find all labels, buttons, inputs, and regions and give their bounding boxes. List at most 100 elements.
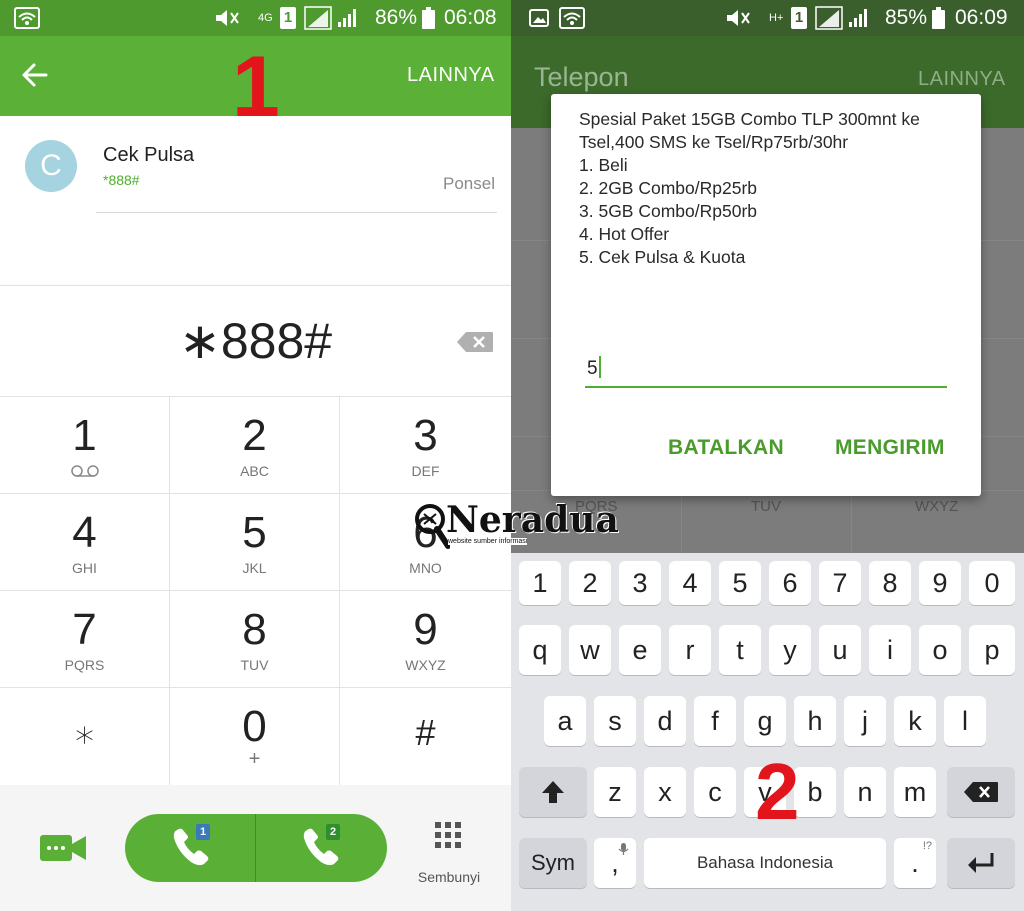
kb-key-k[interactable]: k — [894, 696, 936, 746]
key-5[interactable]: 5 JKL — [170, 494, 340, 591]
key-letters: ABC — [240, 463, 269, 479]
key-hash[interactable]: # — [340, 688, 511, 785]
status-bar: H+ 1 85% 06:09 — [511, 0, 1024, 36]
kb-key-n[interactable]: n — [844, 767, 886, 817]
kb-key-r[interactable]: r — [669, 625, 711, 675]
status-bar: 4G 1 86% 06:08 — [0, 0, 511, 36]
send-button[interactable]: MENGIRIM — [835, 436, 945, 460]
battery-icon — [932, 0, 945, 36]
back-arrow-icon[interactable] — [18, 58, 52, 92]
dialed-number: ∗888# — [178, 313, 333, 369]
kb-comma-key[interactable]: , — [594, 838, 636, 888]
clock: 06:08 — [444, 6, 497, 29]
kb-backspace-key[interactable] — [947, 767, 1015, 817]
kb-key-1[interactable]: 1 — [519, 561, 561, 605]
kb-key-h[interactable]: h — [794, 696, 836, 746]
kb-key-7[interactable]: 7 — [819, 561, 861, 605]
message-line: 1. Beli — [579, 155, 628, 175]
kb-key-l[interactable]: l — [944, 696, 986, 746]
kb-enter-key[interactable] — [947, 838, 1015, 888]
backspace-icon[interactable] — [456, 331, 494, 353]
signal-sim1-icon — [304, 0, 332, 36]
kb-key-d[interactable]: d — [644, 696, 686, 746]
signal-sim2-icon — [847, 0, 869, 36]
key-1[interactable]: 1 — [0, 397, 170, 494]
kb-key-w[interactable]: w — [569, 625, 611, 675]
kb-key-e[interactable]: e — [619, 625, 661, 675]
kb-key-3[interactable]: 3 — [619, 561, 661, 605]
key-digit: 4 — [72, 508, 97, 557]
cancel-button[interactable]: BATALKAN — [668, 436, 784, 460]
kb-key-t[interactable]: t — [719, 625, 761, 675]
kb-key-g[interactable]: g — [744, 696, 786, 746]
dimmed-key-label: WXYZ — [915, 498, 959, 515]
text-cursor — [598, 356, 601, 378]
more-menu-button[interactable]: LAINNYA — [918, 68, 1006, 91]
key-3[interactable]: 3 DEF — [340, 397, 511, 494]
hide-keypad-label[interactable]: Sembunyi — [406, 869, 492, 885]
kb-key-0[interactable]: 0 — [969, 561, 1015, 605]
divider — [681, 490, 682, 553]
sim-indicator-icon: 1 — [791, 0, 807, 36]
kb-key-y[interactable]: y — [769, 625, 811, 675]
call-buttons: 1 2 — [125, 814, 387, 882]
kb-key-j[interactable]: j — [844, 696, 886, 746]
key-9[interactable]: 9 WXYZ — [340, 591, 511, 688]
right-phone-screen: H+ 1 85% 06:09 Telepon LAINNYA PQRS TUV … — [511, 0, 1024, 911]
key-4[interactable]: 4 GHI — [0, 494, 170, 591]
kb-key-a[interactable]: a — [544, 696, 586, 746]
kb-key-i[interactable]: i — [869, 625, 911, 675]
dial-keypad: 1 2 ABC 3 DEF 4 GHI 5 JKL 6 MNO 7 PQRS 8 TUV 9W… — [0, 397, 511, 785]
kb-key-4[interactable]: 4 — [669, 561, 711, 605]
kb-period-key[interactable]: !? . — [894, 838, 936, 888]
kb-key-8[interactable]: 8 — [869, 561, 911, 605]
keypad-grid-icon[interactable] — [434, 821, 462, 849]
kb-key-b[interactable]: b — [794, 767, 836, 817]
kb-key-6[interactable]: 6 — [769, 561, 811, 605]
kb-key-x[interactable]: x — [644, 767, 686, 817]
key-digit: 3 — [413, 411, 438, 460]
kb-shift-key[interactable] — [519, 767, 587, 817]
wifi-icon — [14, 0, 40, 36]
ussd-reply-input[interactable]: 5 — [585, 348, 947, 388]
key-digit: 2 — [242, 411, 267, 460]
kb-key-f[interactable]: f — [694, 696, 736, 746]
message-line: Tsel,400 SMS ke Tsel/Rp75rb/30hr — [579, 132, 849, 152]
key-letters: JKL — [242, 560, 267, 576]
key-digit: 9 — [413, 605, 438, 654]
key-2[interactable]: 2 ABC — [170, 397, 340, 494]
key-letters: GHI — [72, 560, 97, 576]
clock: 06:09 — [955, 6, 1008, 29]
kb-key-p[interactable]: p — [969, 625, 1015, 675]
battery-icon — [422, 0, 435, 36]
key-star[interactable]: ∗ — [0, 688, 170, 785]
microphone-icon — [618, 843, 629, 855]
key-8[interactable]: 8 TUV — [170, 591, 340, 688]
key-0[interactable]: 0 + — [170, 688, 340, 785]
watermark-brand: Neradua — [446, 499, 619, 541]
kb-key-2[interactable]: 2 — [569, 561, 611, 605]
kb-key-5[interactable]: 5 — [719, 561, 761, 605]
kb-key-z[interactable]: z — [594, 767, 636, 817]
app-bar: LAINNYA 1 — [0, 36, 511, 130]
kb-key-u[interactable]: u — [819, 625, 861, 675]
video-call-icon[interactable] — [40, 833, 86, 863]
key-digit: 1 — [72, 411, 97, 460]
battery-percent: 85% — [885, 6, 928, 29]
kb-key-9[interactable]: 9 — [919, 561, 961, 605]
ussd-dialog: Spesial Paket 15GB Combo TLP 300mnt ke T… — [551, 94, 981, 496]
message-line: 4. Hot Offer — [579, 224, 670, 244]
kb-key-c[interactable]: c — [694, 767, 736, 817]
message-line: 5. Cek Pulsa & Kuota — [579, 247, 746, 267]
sim1-badge: 1 — [196, 824, 210, 840]
network-type-label: H+ — [769, 12, 784, 24]
kb-space-key[interactable]: Bahasa Indonesia — [644, 838, 886, 888]
kb-key-m[interactable]: m — [894, 767, 936, 817]
kb-key-o[interactable]: o — [919, 625, 961, 675]
more-menu-button[interactable]: LAINNYA — [407, 64, 495, 87]
kb-sym-key[interactable]: Sym — [519, 838, 587, 888]
contact-suggestion[interactable]: C Cek Pulsa *888# Ponsel — [0, 116, 511, 284]
key-7[interactable]: 7 PQRS — [0, 591, 170, 688]
kb-key-q[interactable]: q — [519, 625, 561, 675]
kb-key-s[interactable]: s — [594, 696, 636, 746]
